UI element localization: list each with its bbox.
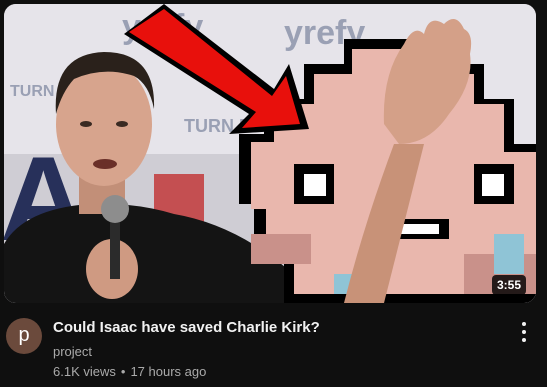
view-count: 6.1K views (53, 364, 116, 379)
video-card: yrefy yrefy TURN POINT TURN POINT A (0, 0, 547, 387)
upload-age: 17 hours ago (130, 364, 207, 379)
video-thumbnail[interactable]: yrefy yrefy TURN POINT TURN POINT A (4, 4, 536, 303)
channel-name[interactable]: project (53, 343, 92, 361)
menu-dot (522, 330, 526, 334)
video-details: p Could Isaac have saved Charlie Kirk? p… (4, 316, 536, 386)
menu-dot (522, 338, 526, 342)
channel-avatar[interactable]: p (6, 318, 42, 354)
video-stats: 6.1K views • 17 hours ago (53, 363, 206, 381)
more-vert-icon[interactable] (512, 318, 536, 346)
stats-separator: • (120, 364, 126, 379)
duration-badge: 3:55 (491, 275, 526, 295)
video-title[interactable]: Could Isaac have saved Charlie Kirk? (53, 318, 493, 338)
menu-dot (522, 322, 526, 326)
